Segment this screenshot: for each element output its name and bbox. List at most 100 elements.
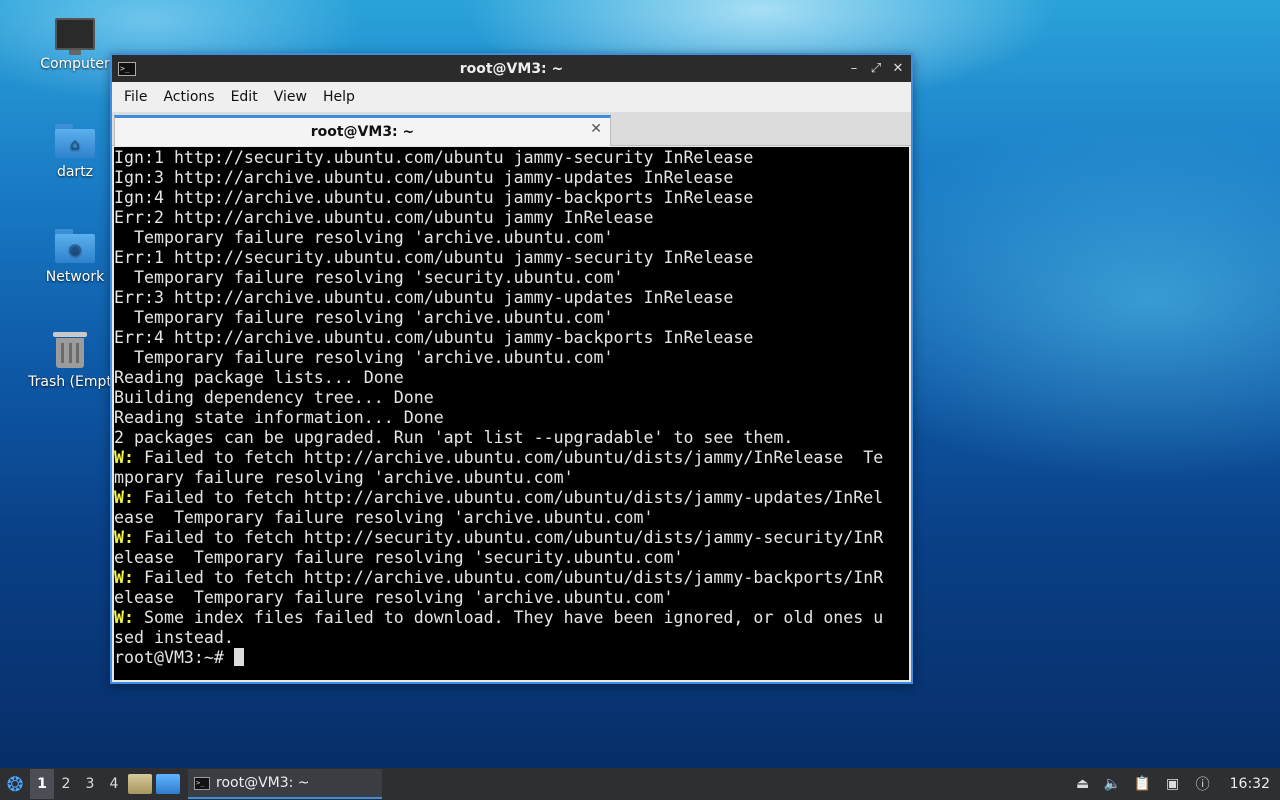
terminal-line-text: elease Temporary failure resolving 'arch…: [114, 588, 674, 607]
terminal-line: Ign:1 http://security.ubuntu.com/ubuntu …: [114, 148, 909, 168]
terminal-line: Ign:3 http://archive.ubuntu.com/ubuntu j…: [114, 168, 909, 188]
app-menu-button[interactable]: ❂: [0, 769, 30, 799]
desktop-icon-label: Computer: [40, 56, 110, 72]
terminal-line: W: Failed to fetch http://archive.ubuntu…: [114, 568, 909, 588]
terminal-line: ease Temporary failure resolving 'archiv…: [114, 508, 909, 528]
terminal-line-text: Failed to fetch http://archive.ubuntu.co…: [133, 488, 884, 507]
terminal-line: 2 packages can be upgraded. Run 'apt lis…: [114, 428, 909, 448]
terminal-line: W: Failed to fetch http://archive.ubuntu…: [114, 488, 909, 508]
desktop-icon-label: dartz: [56, 164, 94, 180]
terminal-line-text: Failed to fetch http://archive.ubuntu.co…: [133, 568, 884, 587]
terminal-line-text: Failed to fetch http://security.ubuntu.c…: [133, 528, 884, 547]
clock[interactable]: 16:32: [1230, 776, 1270, 792]
warning-prefix: W:: [114, 488, 134, 507]
tab-bar: root@VM3: ~ ✕: [112, 112, 911, 146]
home-folder-icon: ⌂: [55, 124, 95, 158]
terminal-line-text: Ign:1 http://security.ubuntu.com/ubuntu …: [114, 148, 754, 167]
desktop-icon-label: Trash (Empt: [28, 374, 112, 390]
terminal-line: Err:1 http://security.ubuntu.com/ubuntu …: [114, 248, 909, 268]
workspace-4[interactable]: 4: [102, 776, 126, 792]
warning-prefix: W:: [114, 448, 134, 467]
volume-icon[interactable]: 🔈: [1104, 775, 1122, 793]
terminal-prompt-line[interactable]: root@VM3:~#: [114, 648, 909, 668]
terminal-line-text: Reading state information... Done: [114, 408, 444, 427]
terminal-line-text: Ign:3 http://archive.ubuntu.com/ubuntu j…: [114, 168, 734, 187]
terminal-line: Reading state information... Done: [114, 408, 909, 428]
clipboard-icon[interactable]: 📋: [1134, 775, 1152, 793]
terminal-line-text: Some index files failed to download. The…: [133, 608, 884, 627]
terminal-line: Err:2 http://archive.ubuntu.com/ubuntu j…: [114, 208, 909, 228]
terminal-line-text: Failed to fetch http://archive.ubuntu.co…: [133, 448, 884, 467]
terminal-line: Building dependency tree... Done: [114, 388, 909, 408]
window-titlebar[interactable]: >_ root@VM3: ~ – ⤢ ✕: [112, 55, 911, 82]
terminal-line-text: Err:1 http://security.ubuntu.com/ubuntu …: [114, 248, 754, 267]
network-folder-icon: ◉: [55, 229, 95, 263]
terminal-line-text: Err:2 http://archive.ubuntu.com/ubuntu j…: [114, 208, 654, 227]
taskbar: ❂ 1 2 3 4 >_ root@VM3: ~ ⏏ 🔈 📋 ▣ ⓘ 16:32: [0, 768, 1280, 800]
terminal-line: elease Temporary failure resolving 'arch…: [114, 588, 909, 608]
terminal-line: Temporary failure resolving 'archive.ubu…: [114, 348, 909, 368]
terminal-line-text: ease Temporary failure resolving 'archiv…: [114, 508, 654, 527]
terminal-line: Err:3 http://archive.ubuntu.com/ubuntu j…: [114, 288, 909, 308]
terminal-line: Err:4 http://archive.ubuntu.com/ubuntu j…: [114, 328, 909, 348]
menu-help[interactable]: Help: [315, 89, 363, 105]
terminal-line: Temporary failure resolving 'security.ub…: [114, 268, 909, 288]
maximize-button[interactable]: ⤢: [867, 60, 885, 78]
workspace-3[interactable]: 3: [78, 776, 102, 792]
terminal-line: Ign:4 http://archive.ubuntu.com/ubuntu j…: [114, 188, 909, 208]
warning-prefix: W:: [114, 568, 134, 587]
trash-icon: [53, 330, 87, 368]
warning-prefix: W:: [114, 528, 134, 547]
terminal-line-text: mporary failure resolving 'archive.ubunt…: [114, 468, 574, 487]
eject-icon[interactable]: ⏏: [1074, 775, 1092, 793]
taskbar-item-label: root@VM3: ~: [216, 775, 310, 791]
minimize-button[interactable]: –: [845, 60, 863, 78]
terminal-line-text: Err:3 http://archive.ubuntu.com/ubuntu j…: [114, 288, 734, 307]
desktop-icon-trash[interactable]: Trash (Empt: [20, 330, 120, 390]
terminal-line-text: Temporary failure resolving 'archive.ubu…: [114, 228, 614, 247]
tab-terminal[interactable]: root@VM3: ~ ✕: [114, 115, 611, 146]
show-desktop-icon[interactable]: [156, 774, 180, 794]
terminal-line-text: elease Temporary failure resolving 'secu…: [114, 548, 684, 567]
menu-view[interactable]: View: [266, 89, 315, 105]
network-icon[interactable]: ▣: [1164, 775, 1182, 793]
computer-icon: [55, 18, 95, 55]
tab-label: root@VM3: ~: [310, 124, 415, 140]
terminal-line: W: Some index files failed to download. …: [114, 608, 909, 628]
system-tray: ⏏ 🔈 📋 ▣ ⓘ 16:32: [1074, 775, 1280, 793]
terminal-app-icon[interactable]: >_: [118, 61, 136, 76]
menu-edit[interactable]: Edit: [223, 89, 266, 105]
tab-close-icon[interactable]: ✕: [590, 121, 602, 137]
terminal-line: elease Temporary failure resolving 'secu…: [114, 548, 909, 568]
terminal-line: mporary failure resolving 'archive.ubunt…: [114, 468, 909, 488]
terminal-line-text: Temporary failure resolving 'security.ub…: [114, 268, 624, 287]
close-button[interactable]: ✕: [889, 60, 907, 78]
workspace-1[interactable]: 1: [30, 769, 54, 799]
terminal-line-text: Err:4 http://archive.ubuntu.com/ubuntu j…: [114, 328, 754, 347]
shell-prompt: root@VM3:~#: [114, 648, 234, 667]
terminal-line: sed instead.: [114, 628, 909, 648]
terminal-line-text: Temporary failure resolving 'archive.ubu…: [114, 308, 614, 327]
taskbar-item-terminal[interactable]: >_ root@VM3: ~: [188, 769, 382, 799]
workspace-2[interactable]: 2: [54, 776, 78, 792]
terminal-line-text: sed instead.: [114, 628, 234, 647]
warning-prefix: W:: [114, 608, 134, 627]
file-manager-launcher-icon[interactable]: [128, 774, 152, 794]
terminal-line: Reading package lists... Done: [114, 368, 909, 388]
update-notifier-icon[interactable]: ⓘ: [1194, 775, 1212, 793]
terminal-icon: >_: [194, 776, 210, 790]
terminal-line-text: Reading package lists... Done: [114, 368, 404, 387]
start-menu-icon: ❂: [6, 772, 24, 796]
terminal-line-text: 2 packages can be upgraded. Run 'apt lis…: [114, 428, 794, 447]
terminal-line-text: Ign:4 http://archive.ubuntu.com/ubuntu j…: [114, 188, 754, 207]
text-cursor: [233, 648, 244, 666]
terminal-line-text: Temporary failure resolving 'archive.ubu…: [114, 348, 614, 367]
terminal-output[interactable]: Ign:1 http://security.ubuntu.com/ubuntu …: [114, 147, 909, 680]
terminal-line: Temporary failure resolving 'archive.ubu…: [114, 228, 909, 248]
terminal-line-text: Building dependency tree... Done: [114, 388, 434, 407]
menu-actions[interactable]: Actions: [155, 89, 222, 105]
menu-file[interactable]: File: [116, 89, 155, 105]
terminal-line: W: Failed to fetch http://security.ubunt…: [114, 528, 909, 548]
terminal-line: Temporary failure resolving 'archive.ubu…: [114, 308, 909, 328]
terminal-window: >_ root@VM3: ~ – ⤢ ✕ File Actions Edit V…: [110, 53, 913, 684]
